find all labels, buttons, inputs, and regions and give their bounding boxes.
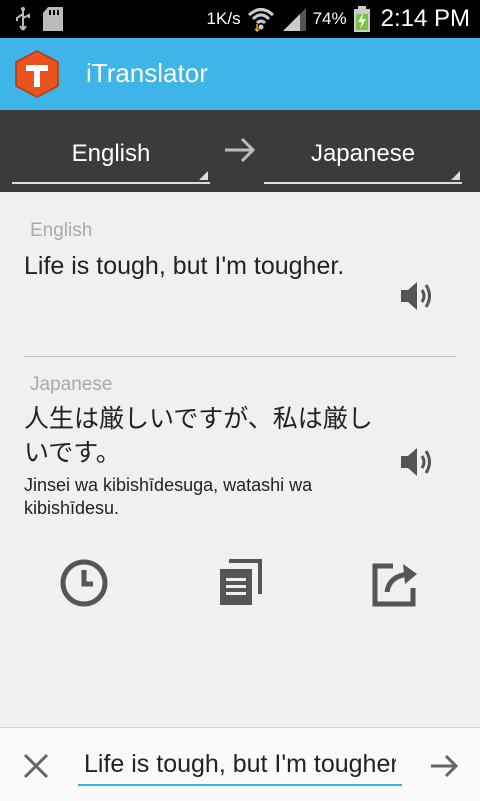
target-section-label: Japanese [30, 374, 113, 395]
speaker-icon[interactable] [398, 278, 434, 314]
source-language-select[interactable]: English [12, 136, 210, 184]
translation-panel: English Life is tough, but I'm tougher. … [0, 192, 480, 727]
source-text: Life is tough, but I'm tougher. [24, 252, 345, 280]
data-rate: 1K/s [206, 9, 241, 28]
app-logo-icon[interactable] [14, 50, 60, 98]
target-language-select[interactable]: Japanese [264, 136, 462, 184]
target-language-label: Japanese [310, 140, 416, 167]
battery-charging-icon [353, 6, 370, 32]
target-text: 人生は厳しいですが、私は厳しいです。 [24, 404, 373, 467]
battery-percent: 74% [312, 9, 347, 28]
dropdown-corner-icon [451, 171, 460, 180]
divider [24, 356, 456, 357]
wifi-icon [247, 8, 274, 32]
history-icon[interactable] [57, 556, 111, 610]
status-right: 1K/s 74% 2:14 PM [207, 0, 470, 38]
arrow-right-icon[interactable] [428, 750, 460, 782]
text-input[interactable] [78, 744, 402, 786]
sd-card-icon [43, 7, 63, 31]
usb-icon [16, 7, 30, 31]
app-bar: iTranslator [0, 38, 480, 110]
source-language-label: English [71, 140, 151, 167]
speaker-icon[interactable] [398, 444, 434, 480]
dropdown-corner-icon [199, 171, 208, 180]
status-bar: 1K/s 74% 2:14 PM [0, 0, 480, 38]
status-left-icons [14, 6, 64, 32]
source-section-label: English [30, 220, 93, 241]
language-bar: English Japanese [0, 110, 480, 192]
close-icon[interactable] [20, 750, 52, 782]
copy-icon[interactable] [213, 556, 267, 610]
app-title: iTranslator [86, 58, 208, 88]
signal-icon [282, 8, 306, 31]
share-icon[interactable] [369, 556, 423, 610]
clock: 2:14 PM [380, 5, 470, 32]
target-romanization: Jinsei wa kibishīdesuga, watashi wa kibi… [24, 475, 313, 518]
arrow-right-icon[interactable] [222, 134, 258, 166]
input-bar [0, 727, 480, 801]
